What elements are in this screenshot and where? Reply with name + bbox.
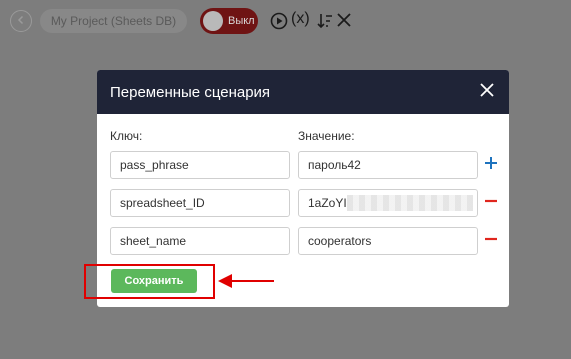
value-input[interactable]: пароль42 [298, 151, 478, 179]
modal-header: Переменные сценария [97, 70, 509, 114]
modal-close-button[interactable] [479, 82, 495, 102]
minus-icon [484, 232, 498, 251]
value-input-value: 1aZoYI [308, 196, 347, 210]
sort-icon[interactable] [316, 12, 334, 30]
value-column-label: Значение: [298, 129, 355, 143]
toolbar: My Project (Sheets DB) Выкл (x) [0, 0, 571, 42]
remove-row-button[interactable] [484, 234, 498, 248]
value-input-value: пароль42 [308, 158, 361, 172]
key-input[interactable]: sheet_name [110, 227, 290, 255]
close-icon[interactable] [336, 12, 352, 28]
annotation-highlight-box [84, 264, 215, 299]
value-input[interactable]: cooperators [298, 227, 478, 255]
project-selector[interactable]: My Project (Sheets DB) [40, 9, 187, 33]
value-input-value: cooperators [308, 234, 372, 248]
back-button[interactable] [10, 10, 32, 32]
variables-icon-label: (x) [291, 10, 310, 27]
close-icon [480, 82, 494, 102]
key-column-label: Ключ: [110, 129, 143, 143]
key-input[interactable]: pass_phrase [110, 151, 290, 179]
annotation-arrow-icon [218, 274, 274, 288]
scenario-toggle[interactable]: Выкл [200, 8, 258, 34]
variables-icon[interactable]: (x) [291, 10, 310, 28]
minus-icon [484, 194, 498, 213]
blurred-value-mask [347, 195, 473, 211]
play-icon[interactable] [270, 12, 288, 30]
remove-row-button[interactable] [484, 196, 498, 210]
value-input[interactable]: 1aZoYI [298, 189, 478, 217]
toggle-label: Выкл [228, 15, 255, 27]
modal-title: Переменные сценария [110, 83, 271, 101]
toggle-knob [203, 11, 223, 31]
project-name: My Project (Sheets DB) [50, 14, 177, 28]
add-row-button[interactable] [484, 156, 498, 175]
plus-icon [484, 156, 498, 175]
key-input-value: sheet_name [120, 234, 187, 248]
key-input-value: spreadsheet_ID [120, 196, 205, 210]
key-input-value: pass_phrase [120, 158, 189, 172]
back-icon [16, 12, 26, 30]
key-input[interactable]: spreadsheet_ID [110, 189, 290, 217]
